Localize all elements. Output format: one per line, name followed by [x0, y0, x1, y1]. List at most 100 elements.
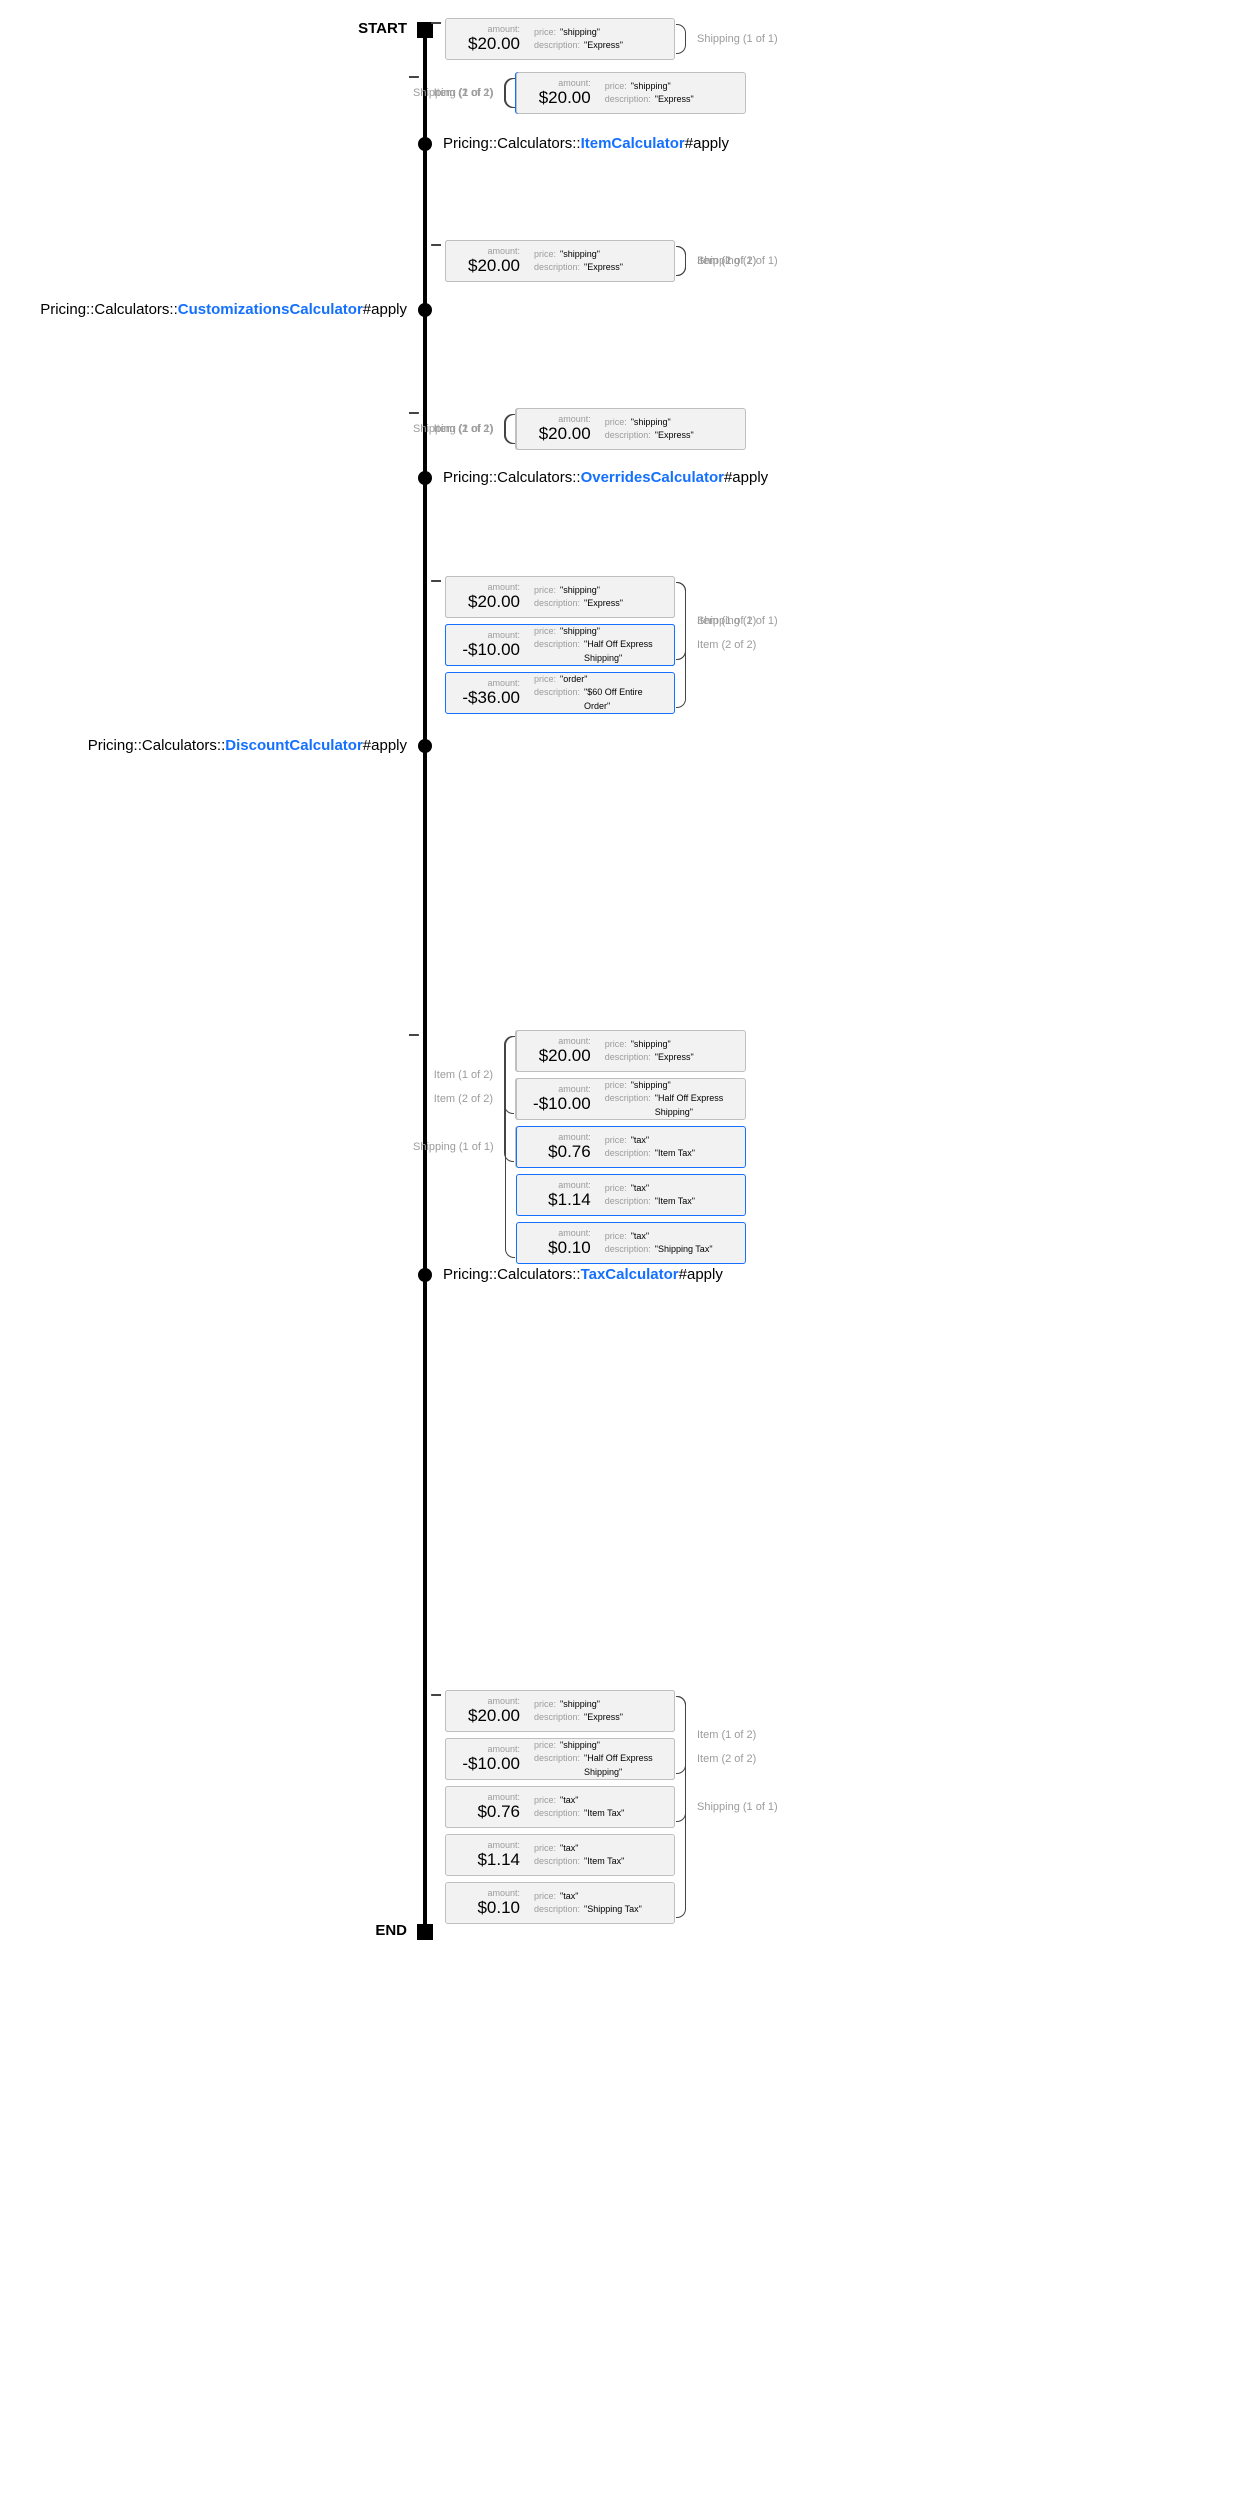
description-key: description:	[534, 1807, 580, 1821]
calculator-label-customcalc: Pricing::Calculators::CustomizationsCalc…	[40, 301, 407, 318]
description-key: description:	[605, 1243, 651, 1257]
amount-value: $20.00	[468, 592, 520, 612]
amount-value: -$10.00	[533, 1094, 591, 1114]
price-group: amount:$20.00 price: "shipping"description…	[445, 240, 786, 282]
price-value: "tax"	[631, 1230, 649, 1244]
timeline-node-icon	[418, 137, 432, 151]
description-key: description:	[534, 638, 580, 665]
group-label: Shipping (1 of 1)	[689, 33, 786, 45]
amount-value: $0.10	[477, 1898, 520, 1918]
amount-label: amount:	[487, 1793, 520, 1802]
description-key: description:	[534, 1903, 580, 1917]
calculator-label-itemcalc: Pricing::Calculators::ItemCalculator#app…	[443, 135, 729, 152]
timeline-end-label: END	[375, 1922, 407, 1939]
price-key: price:	[534, 26, 556, 40]
description-value: "Half Off Express Shipping"	[655, 1092, 737, 1119]
box-column: amount:$20.00 price: "shipping"description…	[445, 240, 675, 282]
amount-label: amount:	[558, 415, 591, 424]
description-key: description:	[534, 1711, 580, 1725]
box-column: amount:$20.00price:"shipping"description…	[516, 72, 746, 114]
description-value: "Express"	[655, 1051, 694, 1065]
price-value: "shipping"	[560, 26, 600, 40]
price-box-ship20: amount:$20.00 price: "shipping"description…	[516, 408, 746, 450]
description-key: description:	[534, 686, 580, 713]
price-value: "shipping"	[631, 1038, 671, 1052]
price-box-ship20: amount:$20.00price:"shipping"description…	[445, 18, 675, 60]
amount-value: $20.00	[468, 256, 520, 276]
description-key: description:	[605, 1051, 651, 1065]
price-value: "shipping"	[560, 625, 600, 639]
description-value: "Express"	[655, 429, 694, 443]
description-key: description:	[534, 39, 580, 53]
description-value: "Express"	[584, 1711, 623, 1725]
brace-icon	[502, 1030, 516, 1264]
description-key: description:	[534, 1752, 580, 1779]
amount-value: $20.00	[539, 1046, 591, 1066]
box-column: amount:$20.00price:"shipping"description…	[445, 1690, 675, 1924]
price-value: "shipping"	[631, 416, 671, 430]
price-key: price:	[534, 248, 556, 262]
box-column: amount:$20.00price:"shipping"description…	[516, 1030, 746, 1264]
price-box-tax114: amount:$1.14price:"tax"description:"Item…	[445, 1834, 675, 1876]
amount-label: amount:	[487, 1697, 520, 1706]
price-box-ship20: amount:$20.00price:"shipping"description…	[445, 1690, 675, 1732]
group-label: Shipping (1 of 1)	[405, 1141, 502, 1153]
amount-value: $0.76	[548, 1142, 591, 1162]
timeline-node-icon	[418, 1268, 432, 1282]
price-group: amount:$20.00 price: "shipping"description…	[405, 408, 746, 450]
calculator-label-taxcalc: Pricing::Calculators::TaxCalculator#appl…	[443, 1266, 723, 1283]
timeline-endpoint-icon	[417, 1924, 433, 1940]
description-value: "Item Tax"	[584, 1855, 624, 1869]
description-key: description:	[605, 93, 651, 107]
group-label: Shipping (1 of 1)	[689, 1801, 786, 1813]
amount-value: $1.14	[477, 1850, 520, 1870]
description-key: description:	[605, 429, 651, 443]
price-value: "shipping"	[560, 248, 600, 262]
price-box-tax076: amount:$0.76price:"tax"description:"Item…	[516, 1126, 746, 1168]
description-key: description:	[605, 1147, 651, 1161]
description-value: "Half Off Express Shipping"	[584, 638, 666, 665]
box-column: amount:$20.00 price: "shipping"description…	[516, 408, 746, 450]
amount-label: amount:	[558, 1085, 591, 1094]
amount-label: amount:	[487, 25, 520, 34]
timeline-node-icon	[418, 303, 432, 317]
price-box-ship20: amount:$20.00price:"shipping"description…	[516, 1030, 746, 1072]
price-box-ship10off: amount:-$10.00price:"shipping"descriptio…	[445, 1738, 675, 1780]
price-key: price:	[605, 416, 627, 430]
price-key: price:	[534, 584, 556, 598]
description-value: "Item Tax"	[584, 1807, 624, 1821]
amount-value: $20.00	[468, 1706, 520, 1726]
price-box-tax010: amount:$0.10price:"tax"description:"Ship…	[516, 1222, 746, 1264]
price-box-ship20: amount:$20.00price:"shipping"description…	[445, 576, 675, 618]
description-value: "Express"	[584, 261, 623, 275]
price-box-tax076: amount:$0.76price:"tax"description:"Item…	[445, 1786, 675, 1828]
amount-value: $20.00	[539, 424, 591, 444]
price-value: "shipping"	[560, 1698, 600, 1712]
price-value: "shipping"	[560, 1739, 600, 1753]
calculator-label-overridecalc: Pricing::Calculators::OverridesCalculato…	[443, 469, 768, 486]
timeline-node-icon	[418, 739, 432, 753]
price-value: "tax"	[631, 1134, 649, 1148]
price-value: "shipping"	[631, 80, 671, 94]
price-key: price:	[605, 1134, 627, 1148]
amount-value: $20.00	[539, 88, 591, 108]
brace-icon	[675, 18, 689, 60]
group-label: Shipping (1 of 1)	[405, 423, 502, 435]
price-box-ship20: amount:$20.00price:"shipping"description…	[516, 72, 746, 114]
brace-icon	[502, 72, 516, 114]
amount-value: $0.10	[548, 1238, 591, 1258]
price-box-ship10off: amount:-$10.00price:"shipping"descriptio…	[445, 624, 675, 666]
price-value: "shipping"	[560, 584, 600, 598]
calculator-label-discountcalc: Pricing::Calculators::DiscountCalculator…	[88, 737, 407, 754]
description-key: description:	[605, 1195, 651, 1209]
description-key: description:	[534, 1855, 580, 1869]
timeline-endpoint-icon	[417, 22, 433, 38]
amount-label: amount:	[487, 247, 520, 256]
description-value: "Express"	[584, 39, 623, 53]
brace-icon	[675, 240, 689, 282]
description-value: "Shipping Tax"	[584, 1903, 642, 1917]
amount-value: -$36.00	[462, 688, 520, 708]
description-key: description:	[534, 261, 580, 275]
timeline-start-label: START	[358, 20, 407, 37]
amount-label: amount:	[487, 583, 520, 592]
